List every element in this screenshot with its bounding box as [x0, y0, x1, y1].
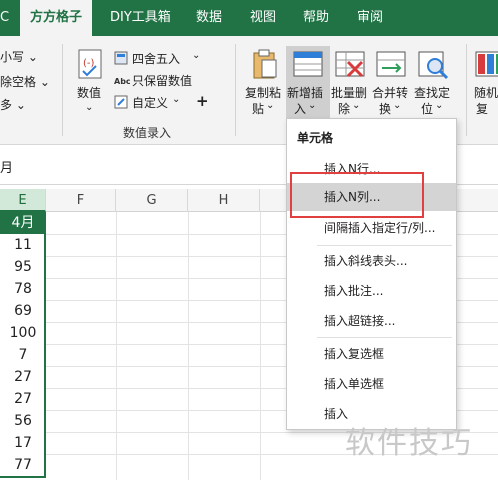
group-divider [235, 44, 236, 136]
menu-item-insert-comment[interactable]: 插入批注... [287, 277, 456, 305]
merge-convert-label-1: 合并转 [372, 86, 409, 100]
column-header-h[interactable]: H [188, 189, 260, 212]
chevron-down-icon: ⌄ [435, 100, 444, 111]
menu-section-header: 单元格 [297, 131, 334, 145]
random-repeat-button[interactable]: 随机重 复 [472, 46, 498, 126]
grid-line [116, 212, 117, 480]
merge-convert-label-2: 换 [379, 102, 392, 116]
chevron-down-icon: ⌄ [308, 100, 317, 111]
menu-item-diagonal-header[interactable]: 插入斜线表头... [287, 247, 456, 275]
tab-help[interactable]: 帮助 [303, 0, 329, 36]
merge-icon [376, 51, 406, 77]
insert-new-button[interactable]: 新增插 入 ⌄ [286, 46, 330, 124]
tab-c[interactable]: C [0, 0, 9, 36]
random-icon [475, 51, 498, 77]
column-header-e[interactable]: E [0, 189, 46, 212]
chevron-down-icon: ⌄ [39, 75, 50, 89]
find-icon [418, 51, 449, 80]
round-item[interactable]: 四舍五入 ⌄ [114, 50, 224, 68]
menu-item-insert-hyperlink[interactable]: 插入超链接... [287, 307, 456, 335]
insert-table-icon [293, 51, 323, 77]
grid-line [188, 212, 189, 480]
chevron-down-icon: ⌄ [27, 50, 38, 64]
chevron-down-icon: ⌄ [172, 94, 181, 105]
random-repeat-label-1: 随机重 [474, 86, 498, 100]
batch-delete-button[interactable]: 批量删 除 ⌄ [330, 46, 370, 126]
copy-paste-label-2: 贴 [252, 102, 265, 116]
grid-line [260, 212, 261, 480]
more-label: 多 [0, 98, 13, 112]
column-header-g[interactable]: G [116, 189, 188, 212]
chevron-down-icon: ⌄ [266, 100, 275, 111]
lowercase-item[interactable]: 小写 ⌄ [0, 48, 38, 65]
tab-diy-toolbox[interactable]: DIY工具箱 [110, 0, 171, 36]
chevron-down-icon: ⌄ [192, 50, 201, 61]
round-icon [114, 51, 128, 65]
remove-spaces-label: 除空格 [0, 75, 37, 89]
insert-dropdown-menu: 单元格 插入N行... 插入N列... 间隔插入指定行/列... 插入斜线表头.… [286, 118, 457, 430]
svg-text:(-): (-) [83, 58, 95, 69]
remove-spaces-item[interactable]: 除空格 ⌄ [0, 73, 50, 90]
menu-item-insert-radio[interactable]: 插入单选框 [287, 370, 456, 398]
column-header-f[interactable]: F [46, 189, 116, 212]
menu-item-interval-insert[interactable]: 间隔插入指定行/列... [287, 214, 456, 242]
custom-item[interactable]: 自定义 ⌄ + [114, 92, 224, 112]
numeric-label: 数值 [77, 86, 102, 100]
group-divider [62, 44, 63, 136]
tab-view[interactable]: 视图 [250, 0, 276, 36]
watermark: 软件技巧 [345, 426, 473, 461]
plus-icon[interactable]: + [196, 92, 209, 110]
keep-values-label: 只保留数值 [132, 74, 193, 88]
chevron-down-icon: ⌄ [393, 100, 402, 111]
batch-delete-label-2: 除 [338, 102, 351, 116]
random-repeat-label-2: 复 [476, 102, 489, 116]
clipboard-icon [253, 49, 277, 79]
keep-values-item[interactable]: Abc 只保留数值 [114, 72, 224, 90]
chevron-down-icon: ⌄ [352, 100, 361, 111]
svg-text:Abc: Abc [114, 77, 130, 86]
lowercase-label: 小写 [0, 50, 25, 64]
copy-paste-button[interactable]: 复制粘 贴 ⌄ [244, 46, 284, 126]
find-locate-button[interactable]: 查找定 位 ⌄ [413, 46, 453, 126]
chevron-down-icon: ⌄ [15, 98, 26, 112]
menu-item-insert-checkbox[interactable]: 插入复选框 [287, 340, 456, 368]
tab-data[interactable]: 数据 [196, 0, 222, 36]
abc-icon: Abc [114, 77, 130, 86]
more-item[interactable]: 多 ⌄ [0, 96, 26, 113]
ribbon-tab-bar: C 方方格子 DIY工具箱 数据 视图 帮助 审阅 [0, 0, 498, 36]
highlight-box [290, 172, 424, 218]
formula-bar-text: 月 [0, 161, 14, 176]
insert-new-label-1: 新增插 [287, 86, 324, 100]
merge-convert-button[interactable]: 合并转 换 ⌄ [371, 46, 411, 126]
group-label-numeric-entry: 数值录入 [123, 126, 172, 140]
delete-table-icon [335, 51, 365, 78]
selection-border [0, 212, 46, 478]
menu-divider [317, 245, 452, 246]
find-locate-label-1: 查找定 [414, 86, 451, 100]
insert-new-label-2: 入 [294, 102, 307, 116]
custom-label: 自定义 [132, 96, 169, 110]
custom-icon [114, 95, 128, 109]
numeric-icon: (-) [78, 49, 102, 79]
batch-delete-label-1: 批量删 [331, 86, 368, 100]
numeric-button[interactable]: (-) 数值 ⌄ [72, 46, 108, 124]
tab-review[interactable]: 审阅 [357, 0, 383, 36]
copy-paste-label-1: 复制粘 [245, 86, 282, 100]
tab-fangfanggezi[interactable]: 方方格子 [20, 0, 93, 36]
round-label: 四舍五入 [132, 52, 181, 66]
group-divider [466, 44, 467, 136]
chevron-down-icon: ⌄ [85, 102, 94, 113]
menu-divider [317, 337, 452, 338]
find-locate-label-2: 位 [421, 102, 434, 116]
